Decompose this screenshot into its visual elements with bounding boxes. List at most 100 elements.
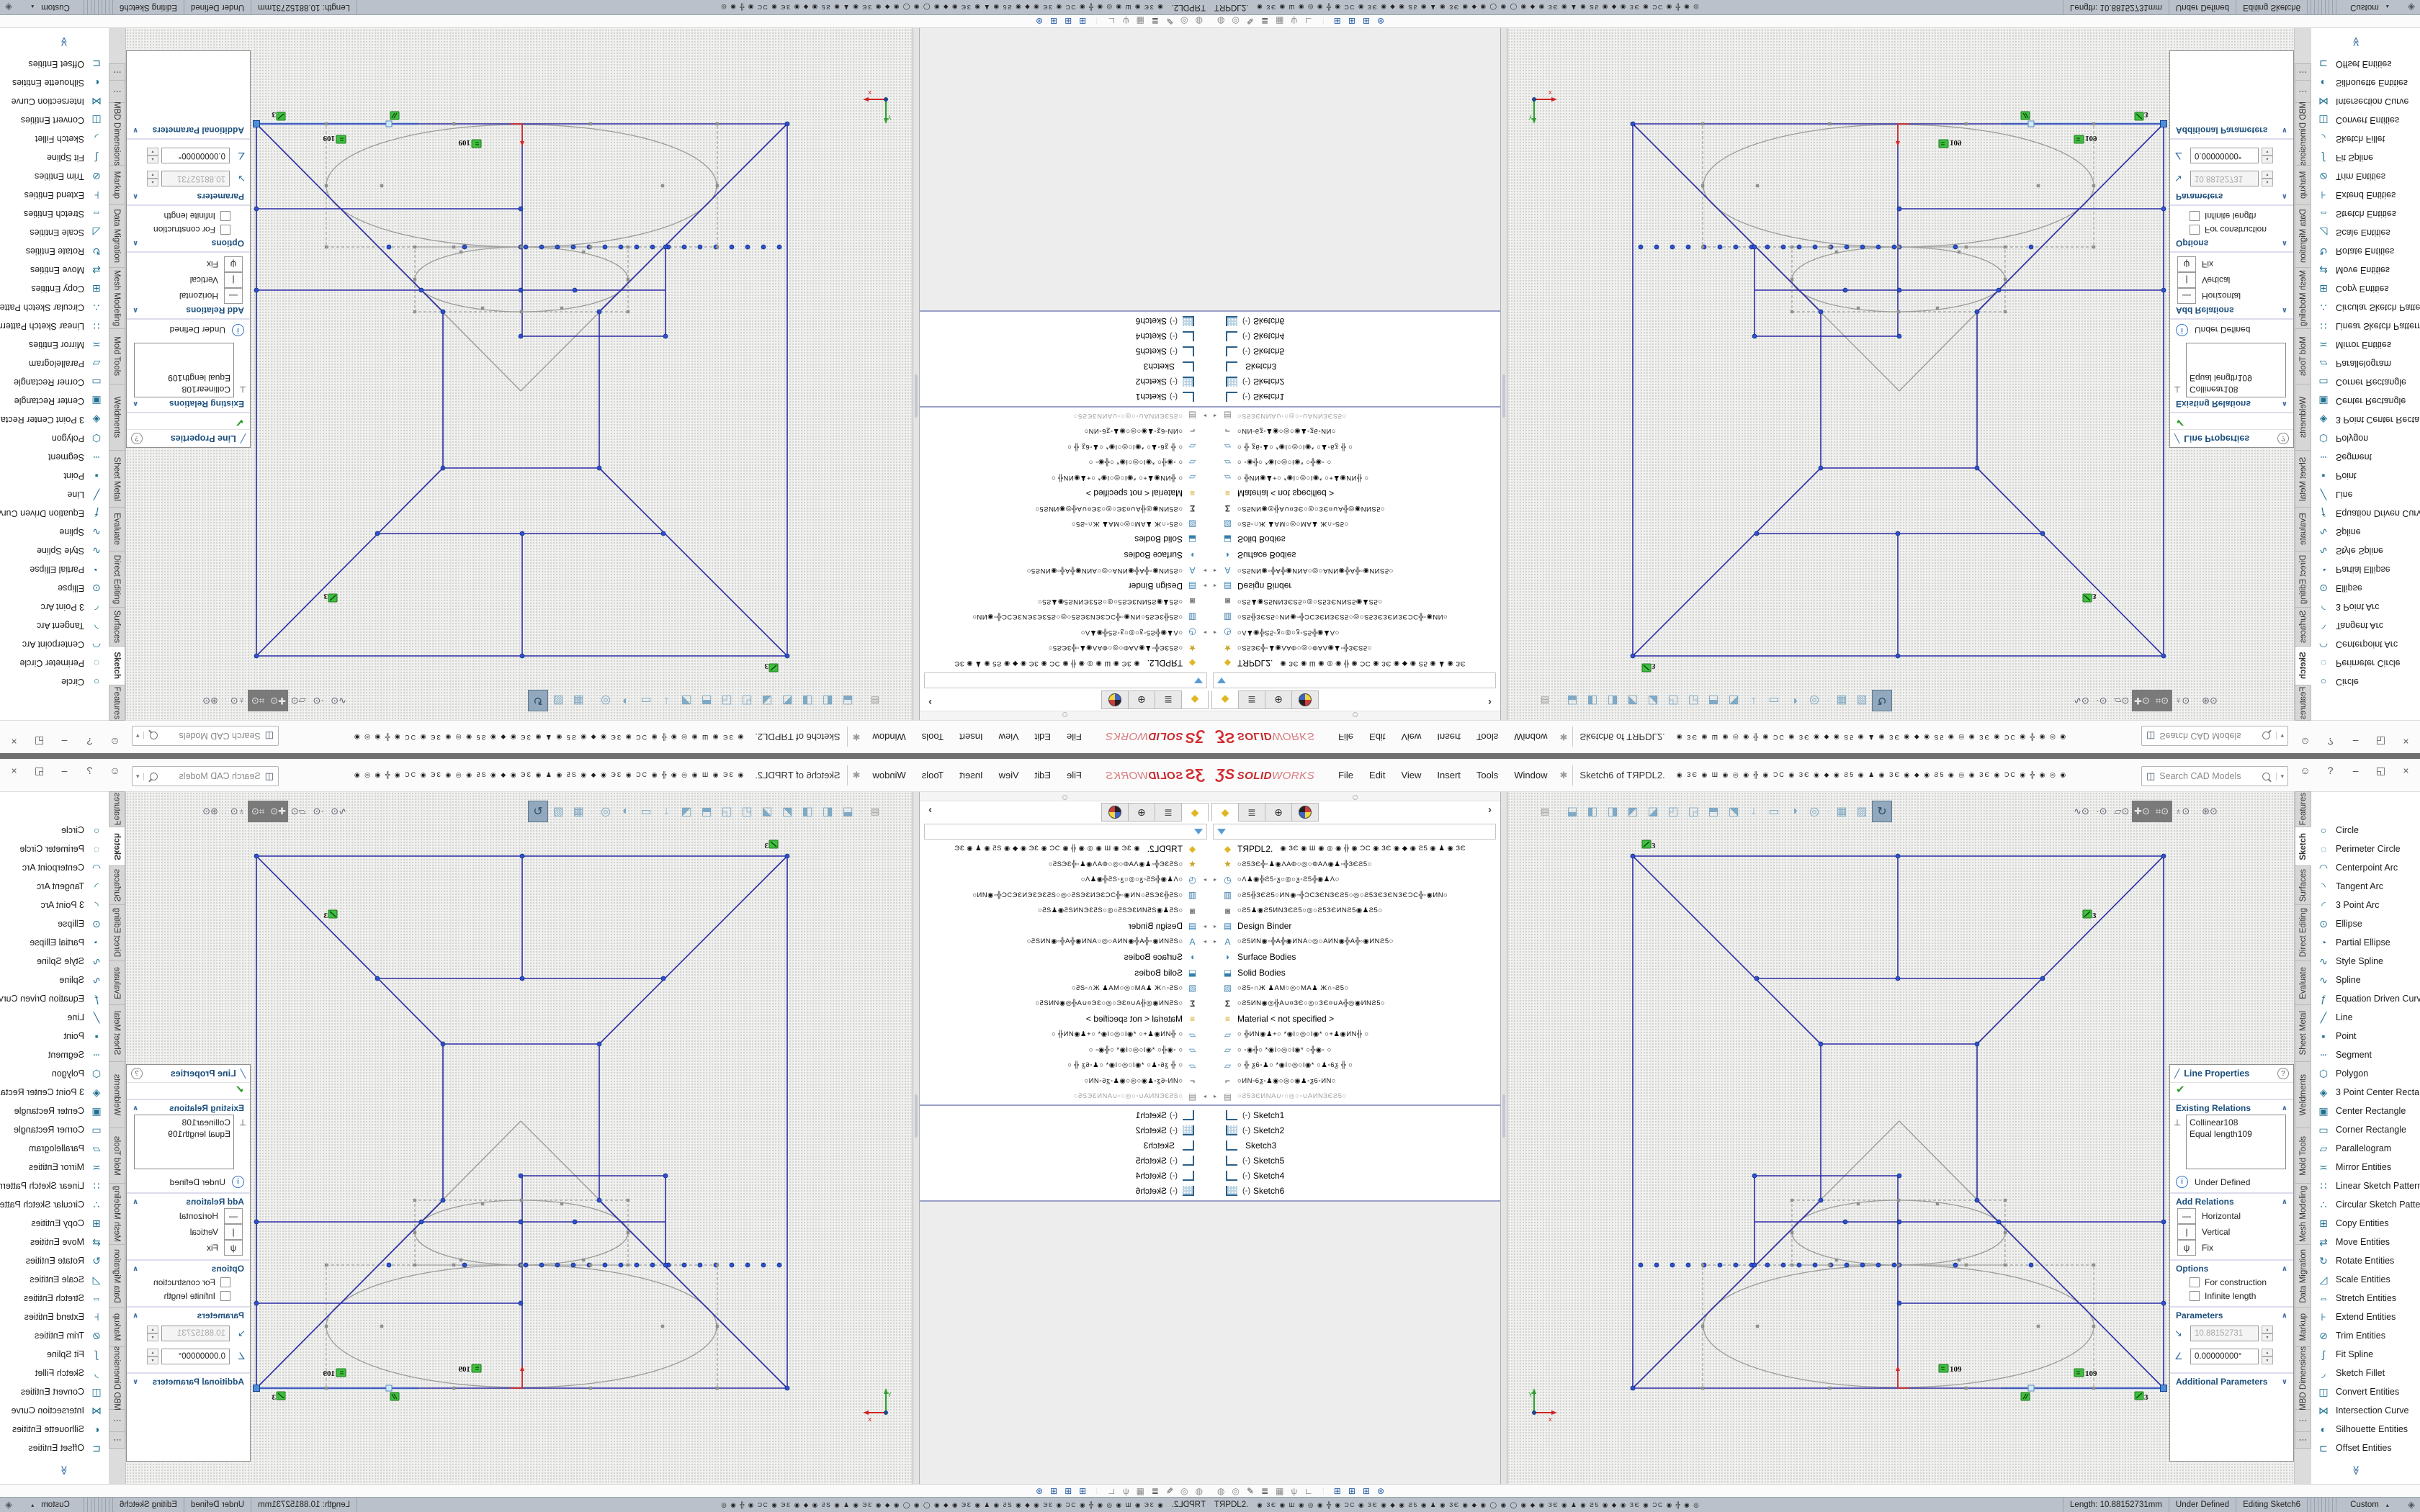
sketch-tool-item[interactable]: ⊘Trim Entities <box>0 167 109 186</box>
sketch-tool-item[interactable]: ▪Point <box>2311 1027 2420 1045</box>
sketch-tool-item[interactable]: ╱Line <box>2311 1008 2420 1027</box>
sketch-tool-item[interactable]: ⊞Copy Entities <box>0 1214 109 1233</box>
chevron-up-icon[interactable]: ∧ <box>133 1104 138 1112</box>
pin-icon[interactable]: ✱ <box>853 770 861 781</box>
add-relation-button[interactable]: —Horizontal <box>2170 288 2293 304</box>
sketch-tool-item[interactable]: ∷Linear Sketch Pattern <box>2311 317 2420 336</box>
sketch-tool-item[interactable]: ∿Style Spline <box>2311 952 2420 971</box>
bottom-toolbar-icon[interactable]: ⊞ <box>1079 16 1086 26</box>
sketch-tool-item[interactable]: ○Circle <box>0 821 109 840</box>
help-icon[interactable]: ? <box>131 433 143 444</box>
tree-item[interactable]: ★ ○Ƨ5ЗЄ╬◦♟◉ΛΑΦ○◎○ΦΑΛ◉♟◦╬ЗЄƧ5○ <box>1210 857 1500 873</box>
bottom-toolbar-icon[interactable]: ▦ <box>1276 16 1283 26</box>
sketch-tree-item[interactable]: (-) Sketch2 <box>1210 1122 1500 1138</box>
command-tab[interactable]: Data Migration <box>109 1244 125 1308</box>
command-tab[interactable]: Direct Editing <box>2295 551 2311 608</box>
sketch-tool-item[interactable]: ◌Perimeter Circle <box>0 654 109 672</box>
menu-item[interactable]: Edit <box>1361 732 1393 742</box>
bottom-toolbar-icon[interactable]: ∟ <box>1304 1486 1313 1496</box>
chevron-down-icon[interactable]: ∨ <box>2282 127 2287 135</box>
sketch-tool-item[interactable]: ┄Segment <box>2311 448 2420 467</box>
add-relation-button[interactable]: ψFix <box>2170 256 2293 272</box>
chevron-up-icon[interactable]: ∧ <box>2282 1265 2287 1273</box>
search-icon[interactable] <box>2262 773 2270 780</box>
window-control-button[interactable]: ☺ <box>2293 735 2318 747</box>
tree-item[interactable]: ◆ TЯPDL2. ◉ ЗЄ ◉ Ш ◉ ◎ ◉ ╬ ◉ ƆС ◉ ЗЄ ◉ ◆… <box>1210 841 1500 857</box>
sketch-tool-item[interactable]: ⋈Intersection Curve <box>2311 92 2420 111</box>
window-control-button[interactable]: ? <box>77 765 102 777</box>
sketch-tree-item[interactable]: (-) Sketch2 <box>920 1122 1210 1138</box>
pane-splitter-line[interactable] <box>920 310 1210 312</box>
command-tab[interactable]: ⋮ <box>2295 63 2311 81</box>
checkbox[interactable] <box>220 1291 230 1301</box>
search-dropdown-arrow[interactable]: ▾ <box>2276 732 2287 740</box>
menu-item[interactable]: Insert <box>1429 732 1469 742</box>
sketch-tree-item[interactable]: (-) Sketch6 <box>1210 314 1500 329</box>
command-tab[interactable]: Features <box>2295 685 2311 721</box>
menu-item[interactable]: Insert <box>951 732 991 742</box>
add-relation-button[interactable]: ψFix <box>127 256 250 272</box>
command-tab[interactable]: ⋮ <box>109 80 125 103</box>
bottom-toolbar-icon[interactable]: ∟ <box>1107 16 1116 26</box>
tree-item[interactable]: ★ ○Ƨ5ЗЄ╬◦♟◉ΛΑΦ○◎○ΦΑΛ◉♟◦╬ЗЄƧ5○ <box>1210 640 1500 656</box>
angle-spinner[interactable]: ▲▼ <box>147 1349 158 1364</box>
panel-splitter[interactable] <box>1501 27 1507 720</box>
tree-item[interactable]: ▸ A ○Ƨ5ИN◉◦╬Α╬◉ИNΑ○◎○ΑИN◉╬Α╬◦◉ИNƧ5○ <box>1210 563 1500 579</box>
units-dropdown[interactable]: Custom▴ <box>2336 1498 2403 1512</box>
command-tab[interactable]: Direct Editing <box>2295 904 2311 961</box>
command-tab[interactable]: Surfaces <box>109 865 125 905</box>
sketch-tree-item[interactable]: (-) Sketch1 <box>1210 390 1500 405</box>
bottom-toolbar-icon[interactable]: ◎ <box>1232 16 1239 26</box>
length-field[interactable]: 10.88152731 <box>2190 1326 2259 1341</box>
bottom-toolbar-icon[interactable]: ◍ <box>1217 1486 1224 1496</box>
sketch-tool-item[interactable]: ◠Centerpoint Arc <box>0 635 109 654</box>
command-tab[interactable]: Evaluate <box>2295 507 2311 552</box>
bottom-toolbar-icon[interactable]: ✎ <box>1166 1486 1173 1496</box>
manager-tab[interactable]: ⊕ <box>1265 803 1292 822</box>
sketch-tool-item[interactable]: ⊘Trim Entities <box>2311 167 2420 186</box>
sketch-tool-item[interactable]: ┄Segment <box>0 448 109 467</box>
chevron-up-icon[interactable]: ∧ <box>2282 1198 2287 1206</box>
tree-item[interactable]: ▱ ○ ╬ ƺ6◦♟○ *◉Ι○◎○Ι◉* ○♟◦6ƺ ╬ ○ <box>1210 439 1500 455</box>
manager-tab[interactable]: ≣ <box>1155 690 1182 709</box>
sketch-tool-item[interactable]: ⊙Ellipse <box>2311 579 2420 598</box>
bottom-toolbar-icon[interactable]: ⊛ <box>1036 16 1043 26</box>
menu-item[interactable]: Insert <box>1429 770 1469 780</box>
length-spinner[interactable]: ▲▼ <box>2262 171 2273 186</box>
tree-item[interactable]: ⌐ ○ИN◦6ƺ◦♟◉○◎○◉♟◦ƺ6◦ИN○ <box>920 423 1210 439</box>
pin-icon[interactable]: ✱ <box>1560 770 1568 781</box>
bottom-toolbar-icon[interactable]: ⊛ <box>1377 1486 1384 1496</box>
sketch-tree-item[interactable]: (-) Sketch1 <box>920 390 1210 405</box>
sketch-tool-item[interactable]: ╱Line <box>0 485 109 504</box>
search-dropdown-arrow[interactable]: ▾ <box>133 732 144 740</box>
tree-item[interactable]: ▥ ○Ƨ5╬ЗЄƧ5○ИN◉◦╬ƆСЗЄNЗЄƧ5○◎○Ƨ5ЗЄЗЄNЗЄƆС╬… <box>920 888 1210 904</box>
window-control-button[interactable]: ◱ <box>2368 765 2393 777</box>
sketch-tree-item[interactable]: (-) Sketch4 <box>1210 329 1500 344</box>
sketch-tool-item[interactable]: ⇄Move Entities <box>2311 261 2420 279</box>
angle-field[interactable]: 0.00000000° <box>2190 1349 2259 1364</box>
tree-item[interactable]: ◙ ○Ƨ5♟◉Ƨ5ИNЗЄƧ5○◎○Ƨ5ЗЄИNƧ5◉♟Ƨ5○ <box>1210 903 1500 919</box>
tree-item[interactable]: ◆ TЯPDL2. ◉ ЗЄ ◉ Ш ◉ ◎ ◉ ╬ ◉ ƆС ◉ ЗЄ ◉ ◆… <box>920 841 1210 857</box>
sketch-tool-item[interactable]: ⊞Copy Entities <box>0 279 109 298</box>
relation-entry[interactable]: Equal length109 <box>138 1128 230 1140</box>
help-icon[interactable]: ? <box>131 1068 143 1079</box>
chevron-down-icon[interactable]: ∨ <box>133 127 138 135</box>
relation-entry[interactable]: Equal length109 <box>138 372 230 384</box>
pane-splitter-line[interactable] <box>920 406 1210 408</box>
relation-entry[interactable]: Equal length109 <box>2190 1128 2282 1140</box>
sketch-tool-item[interactable]: ◞Sketch Fillet <box>2311 1364 2420 1382</box>
tree-item[interactable]: ◙ ○Ƨ5♟◉Ƨ5ИNЗЄƧ5○◎○Ƨ5ЗЄИNƧ5◉♟Ƨ5○ <box>920 903 1210 919</box>
menu-item[interactable]: Tools <box>914 732 951 742</box>
command-tab[interactable]: Markup <box>2295 165 2311 205</box>
filter-box[interactable] <box>1213 672 1496 688</box>
sketch-tool-item[interactable]: ≍Mirror Entities <box>2311 336 2420 354</box>
panel-grab-strip[interactable] <box>920 711 1210 720</box>
sketch-tool-item[interactable]: ∫Fit Spline <box>0 148 109 167</box>
command-tab[interactable]: Sketch <box>2295 827 2311 866</box>
sketch-tool-item[interactable]: ▭Corner Rectangle <box>0 373 109 392</box>
bottom-toolbar-icon[interactable]: ⊞ <box>1348 1486 1355 1496</box>
tree-item[interactable]: ★ ○Ƨ5ЗЄ╬◦♟◉ΛΑΦ○◎○ΦΑΛ◉♟◦╬ЗЄƧ5○ <box>920 640 1210 656</box>
manager-tab[interactable]: ≣ <box>1238 803 1265 822</box>
tree-item[interactable]: Σ ○Ƨ5ИN◉◎╬Α∪¤ЗЄ○◎○ЗЄ¤∪Α╬◎◉ИNƧ5○ <box>920 996 1210 1012</box>
sketch-tree-item[interactable]: (-) Sketch4 <box>1210 1168 1500 1183</box>
